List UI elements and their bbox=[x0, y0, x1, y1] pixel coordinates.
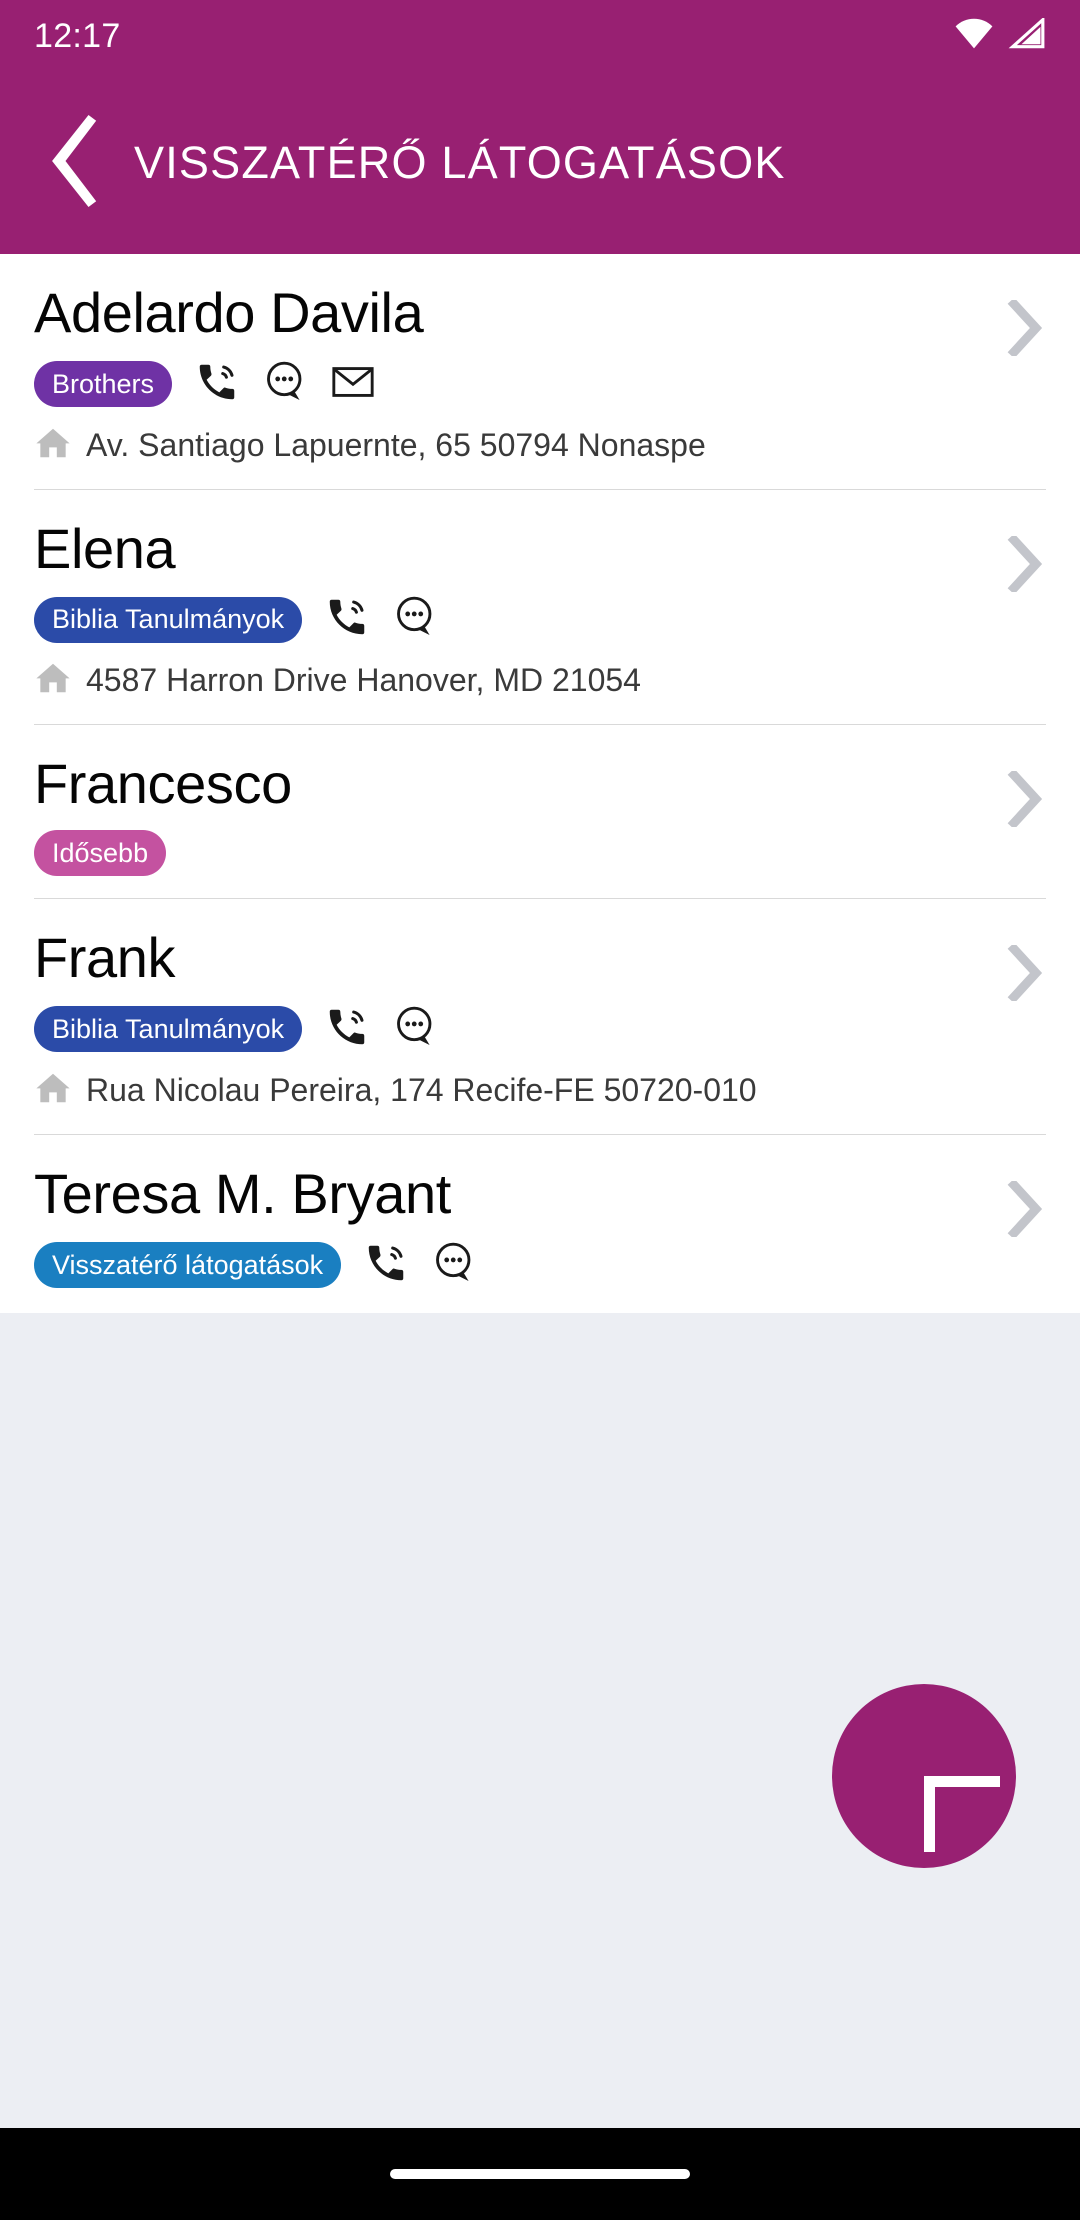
contact-actions bbox=[363, 1240, 477, 1291]
contact-address: Av. Santiago Lapuernte, 65 50794 Nonaspe bbox=[86, 426, 706, 463]
list-item[interactable]: Teresa M. Bryant Visszatérő látogatások bbox=[0, 1134, 1080, 1313]
contact-meta: Biblia Tanulmányok bbox=[34, 594, 1046, 645]
contact-name: Adelardo Davila bbox=[34, 281, 424, 344]
phone-icon[interactable] bbox=[194, 359, 240, 410]
contact-meta: Visszatérő látogatások bbox=[34, 1240, 1046, 1291]
contact-address-line: Av. Santiago Lapuernte, 65 50794 Nonaspe bbox=[34, 424, 1046, 467]
back-chevron-icon bbox=[46, 114, 108, 212]
chevron-right-icon[interactable] bbox=[1004, 769, 1044, 832]
cell-signal-icon bbox=[1008, 15, 1046, 55]
chat-icon[interactable] bbox=[431, 1240, 477, 1291]
add-button[interactable] bbox=[832, 1684, 1016, 1868]
phone-icon[interactable] bbox=[363, 1240, 409, 1291]
status-badge[interactable]: Biblia Tanulmányok bbox=[34, 596, 303, 643]
contact-address: 4587 Harron Drive Hanover, MD 21054 bbox=[86, 662, 641, 699]
contact-actions bbox=[324, 594, 438, 645]
contact-name: Teresa M. Bryant bbox=[34, 1161, 451, 1225]
contact-name: Francesco bbox=[34, 752, 292, 816]
phone-icon[interactable] bbox=[324, 1004, 370, 1055]
contact-meta: Brothers bbox=[34, 359, 1046, 410]
contact-actions bbox=[194, 359, 376, 410]
status-badge[interactable]: Idősebb bbox=[34, 830, 167, 877]
contact-address-line: Rua Nicolau Pereira, 174 Recife-FE 50720… bbox=[34, 1069, 1046, 1112]
phone-icon[interactable] bbox=[324, 594, 370, 645]
list-item[interactable]: Frank Biblia Tanulmányok Rua Nicolau Per… bbox=[0, 899, 1080, 1134]
chat-icon[interactable] bbox=[392, 1004, 438, 1055]
contact-address-line: 4587 Harron Drive Hanover, MD 21054 bbox=[34, 659, 1046, 702]
app-screen: 12:17 VISSZATÉRŐ LÁTOGATÁSOK Adelardo Da… bbox=[0, 0, 1080, 2220]
contact-list: Adelardo Davila Brothers Av. Santiago La… bbox=[0, 254, 1080, 1313]
status-badge[interactable]: Brothers bbox=[34, 361, 173, 408]
contact-address: Rua Nicolau Pereira, 174 Recife-FE 50720… bbox=[86, 1071, 757, 1108]
home-icon bbox=[34, 424, 72, 467]
list-item[interactable]: Elena Biblia Tanulmányok 4587 Harron Dri… bbox=[0, 489, 1080, 725]
home-icon bbox=[34, 659, 72, 702]
list-item[interactable]: Francesco Idősebb bbox=[0, 725, 1080, 899]
contact-meta: Idősebb bbox=[34, 830, 1046, 877]
page-title: VISSZATÉRŐ LÁTOGATÁSOK bbox=[134, 137, 786, 188]
home-icon bbox=[34, 1069, 72, 1112]
chat-icon[interactable] bbox=[262, 359, 308, 410]
chat-icon[interactable] bbox=[392, 594, 438, 645]
list-item[interactable]: Adelardo Davila Brothers Av. Santiago La… bbox=[0, 254, 1080, 489]
contact-meta: Biblia Tanulmányok bbox=[34, 1004, 1046, 1055]
chevron-right-icon[interactable] bbox=[1004, 1178, 1044, 1242]
status-icons bbox=[954, 15, 1046, 55]
status-bar: 12:17 bbox=[0, 0, 1080, 72]
chevron-right-icon[interactable] bbox=[1004, 942, 1044, 1006]
chevron-right-icon[interactable] bbox=[1004, 297, 1044, 361]
back-button[interactable] bbox=[34, 114, 120, 207]
status-time: 12:17 bbox=[34, 16, 121, 55]
status-badge[interactable]: Visszatérő látogatások bbox=[34, 1242, 342, 1289]
contact-name: Elena bbox=[34, 516, 176, 580]
contact-actions bbox=[324, 1004, 438, 1055]
status-badge[interactable]: Biblia Tanulmányok bbox=[34, 1006, 303, 1053]
wifi-icon bbox=[954, 18, 994, 55]
email-icon[interactable] bbox=[330, 359, 376, 410]
chevron-right-icon[interactable] bbox=[1004, 533, 1044, 597]
home-pill-indicator[interactable] bbox=[390, 2169, 690, 2179]
system-navigation-bar bbox=[0, 2128, 1080, 2220]
contact-name: Frank bbox=[34, 926, 176, 990]
app-bar: VISSZATÉRŐ LÁTOGATÁSOK bbox=[0, 72, 1080, 254]
